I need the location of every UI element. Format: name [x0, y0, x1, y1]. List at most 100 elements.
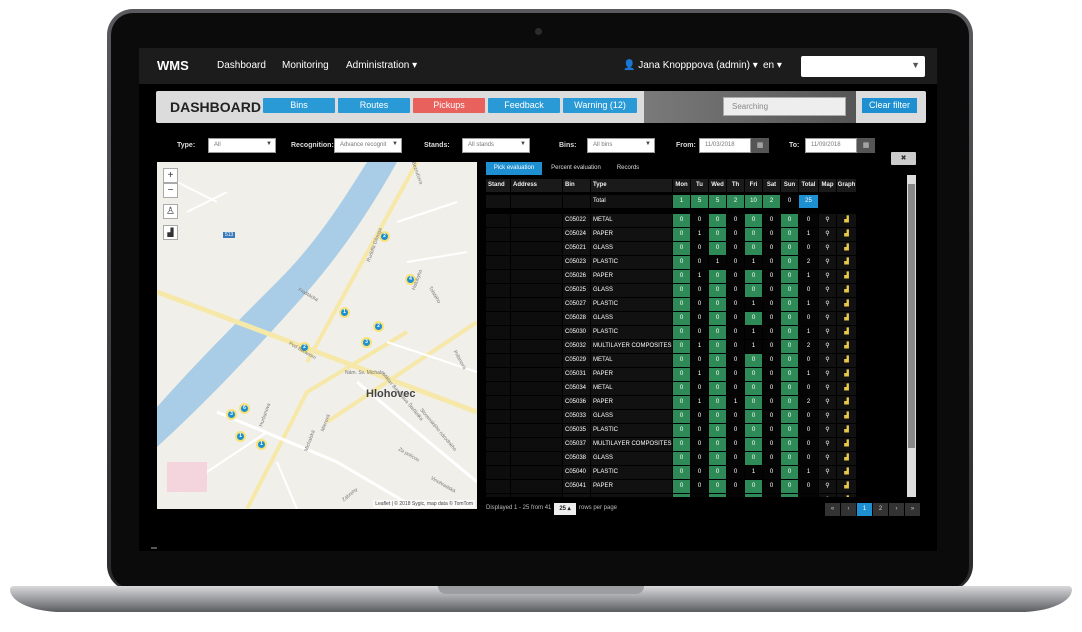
map-pin-icon[interactable]: ⚲	[819, 494, 836, 497]
table-row[interactable]: C05021 GLASS 0 0 0 0 0 0 0 0 ⚲ ▟	[486, 242, 857, 256]
warning-button[interactable]: Warning (12)	[563, 98, 637, 113]
map-pin-icon[interactable]: ⚲	[819, 256, 836, 269]
bins-select[interactable]: All bins ▼	[587, 138, 655, 153]
map-marker[interactable]: 6	[239, 403, 250, 414]
table-row[interactable]: C05031 PAPER 0 1 0 0 0 0 0 1 ⚲ ▟	[486, 368, 857, 382]
clear-filter-button[interactable]: Clear filter	[862, 98, 917, 113]
graph-icon[interactable]: ▟	[837, 312, 856, 325]
graph-icon[interactable]: ▟	[837, 340, 856, 353]
table-row[interactable]: C05037 MULTILAYER COMPOSITES 0 0 0 0 0 0 0 0 ⚲ ▟	[486, 438, 857, 452]
map-pin-icon[interactable]: ⚲	[819, 312, 836, 325]
table-row[interactable]: C05035 PLASTIC 0 0 0 0 0 0 0 0 ⚲ ▟	[486, 424, 857, 438]
graph-icon[interactable]: ▟	[837, 424, 856, 437]
map-pin-icon[interactable]: ⚲	[819, 480, 836, 493]
user-menu[interactable]: 👤 Jana Knopppova (admin) ▾	[623, 60, 758, 71]
column-header[interactable]: Graph	[837, 179, 856, 192]
language-menu[interactable]: en ▾	[763, 60, 782, 71]
table-row[interactable]: C05024 PAPER 0 1 0 0 0 0 0 1 ⚲ ▟	[486, 228, 857, 242]
nav-administration[interactable]: Administration ▾	[346, 60, 417, 71]
map-pin-icon[interactable]: ⚲	[819, 368, 836, 381]
pickups-button[interactable]: Pickups	[413, 98, 485, 113]
page-button[interactable]: ‹	[841, 503, 856, 516]
table-row[interactable]: C05022 METAL 0 0 0 0 0 0 0 0 ⚲ ▟	[486, 214, 857, 228]
map-pin-icon[interactable]: ⚲	[819, 326, 836, 339]
table-row[interactable]: C05029 METAL 0 0 0 0 0 0 0 0 ⚲ ▟	[486, 354, 857, 368]
type-select[interactable]: All ▼	[208, 138, 276, 153]
map-marker[interactable]: 2	[373, 321, 384, 332]
table-row[interactable]: C05041 PAPER 0 0 0 0 0 0 0 0 ⚲ ▟	[486, 480, 857, 494]
map-marker[interactable]: 3	[361, 337, 372, 348]
scrollbar-thumb[interactable]	[908, 184, 915, 448]
column-header[interactable]: Bin	[563, 179, 590, 192]
graph-icon[interactable]: ▟	[837, 382, 856, 395]
table-row[interactable]: C05027 PLASTIC 0 0 0 0 1 0 0 1 ⚲ ▟	[486, 298, 857, 312]
column-header[interactable]: Address	[511, 179, 562, 192]
graph-icon[interactable]: ▟	[837, 228, 856, 241]
map-pin-icon[interactable]: ⚲	[819, 284, 836, 297]
table-row[interactable]: C05028 GLASS 0 0 0 0 0 0 0 0 ⚲ ▟	[486, 312, 857, 326]
map-pin-icon[interactable]: ⚲	[819, 396, 836, 409]
page-button[interactable]: «	[825, 503, 840, 516]
from-date-input[interactable]: 11/03/2018	[699, 138, 751, 153]
zoom-out-button[interactable]: −	[163, 183, 178, 198]
graph-icon[interactable]: ▟	[837, 466, 856, 479]
column-header[interactable]: Stand	[486, 179, 510, 192]
top-select[interactable]: ▼	[801, 56, 925, 77]
map-pin-icon[interactable]: ⚲	[819, 354, 836, 367]
graph-icon[interactable]: ▟	[837, 354, 856, 367]
pegman-icon[interactable]: ♙	[163, 204, 178, 219]
graph-icon[interactable]: ▟	[837, 480, 856, 493]
column-header[interactable]: Type	[591, 179, 672, 192]
map-marker[interactable]: 1	[339, 307, 350, 318]
table-row[interactable]: C05038 GLASS 0 0 0 0 0 0 0 0 ⚲ ▟	[486, 452, 857, 466]
column-header[interactable]: Wed	[709, 179, 726, 192]
graph-icon[interactable]: ▟	[837, 326, 856, 339]
graph-icon[interactable]: ▟	[837, 452, 856, 465]
column-header[interactable]: Fri	[745, 179, 762, 192]
per-page-select[interactable]: 25 ▴	[554, 503, 576, 515]
scrollbar[interactable]	[907, 175, 916, 497]
table-row[interactable]: C05034 METAL 0 0 0 0 0 0 0 0 ⚲ ▟	[486, 382, 857, 396]
graph-icon[interactable]: ▟	[837, 214, 856, 227]
map-pin-icon[interactable]: ⚲	[819, 466, 836, 479]
map-marker[interactable]: 1	[256, 439, 267, 450]
feedback-button[interactable]: Feedback	[488, 98, 560, 113]
map-marker[interactable]: 1	[235, 431, 246, 442]
table-row[interactable]: C05023 PLASTIC 0 0 1 0 1 0 0 2 ⚲ ▟	[486, 256, 857, 270]
table-row[interactable]: C05030 PLASTIC 0 0 0 0 1 0 0 1 ⚲ ▟	[486, 326, 857, 340]
chart-icon[interactable]: ▟	[163, 225, 178, 240]
table-row[interactable]: C05033 GLASS 0 0 0 0 0 0 0 0 ⚲ ▟	[486, 410, 857, 424]
column-header[interactable]: Sun	[781, 179, 798, 192]
map-pin-icon[interactable]: ⚲	[819, 340, 836, 353]
tab-pick-evaluation[interactable]: Pick evaluation	[486, 162, 542, 175]
table-row[interactable]: C05040 PLASTIC 0 0 0 0 1 0 0 1 ⚲ ▟	[486, 466, 857, 480]
export-excel-icon[interactable]: ✖	[891, 152, 916, 165]
map-pin-icon[interactable]: ⚲	[819, 452, 836, 465]
graph-icon[interactable]: ▟	[837, 410, 856, 423]
map-pin-icon[interactable]: ⚲	[819, 410, 836, 423]
column-header[interactable]: Total	[799, 179, 818, 192]
table-row[interactable]: C05032 MULTILAYER COMPOSITES 0 1 0 0 1 0 0 2 ⚲ ▟	[486, 340, 857, 354]
stands-select[interactable]: All stands ▼	[462, 138, 530, 153]
map-pin-icon[interactable]: ⚲	[819, 424, 836, 437]
map-attribution[interactable]: Leaflet | © 2018 Sygic, map data © TomTo…	[373, 500, 475, 508]
nav-dashboard[interactable]: Dashboard	[217, 60, 266, 71]
graph-icon[interactable]: ▟	[837, 494, 856, 497]
graph-icon[interactable]: ▟	[837, 396, 856, 409]
map-pin-icon[interactable]: ⚲	[819, 214, 836, 227]
calendar-icon[interactable]: ▦	[857, 138, 875, 153]
page-button[interactable]: ›	[889, 503, 904, 516]
graph-icon[interactable]: ▟	[837, 284, 856, 297]
table-row[interactable]: C05025 GLASS 0 0 0 0 0 0 0 0 ⚲ ▟	[486, 284, 857, 298]
routes-button[interactable]: Routes	[338, 98, 410, 113]
column-header[interactable]: Th	[727, 179, 744, 192]
search-input[interactable]: Searching	[723, 97, 846, 116]
table-row[interactable]: C05039METAL00000000⚲▟	[486, 494, 857, 497]
map-pin-icon[interactable]: ⚲	[819, 438, 836, 451]
column-header[interactable]: Tu	[691, 179, 708, 192]
nav-monitoring[interactable]: Monitoring	[282, 60, 329, 71]
zoom-in-button[interactable]: +	[163, 168, 178, 183]
map-pin-icon[interactable]: ⚲	[819, 382, 836, 395]
graph-icon[interactable]: ▟	[837, 438, 856, 451]
recognition-select[interactable]: Advance recognit ▼	[334, 138, 402, 153]
